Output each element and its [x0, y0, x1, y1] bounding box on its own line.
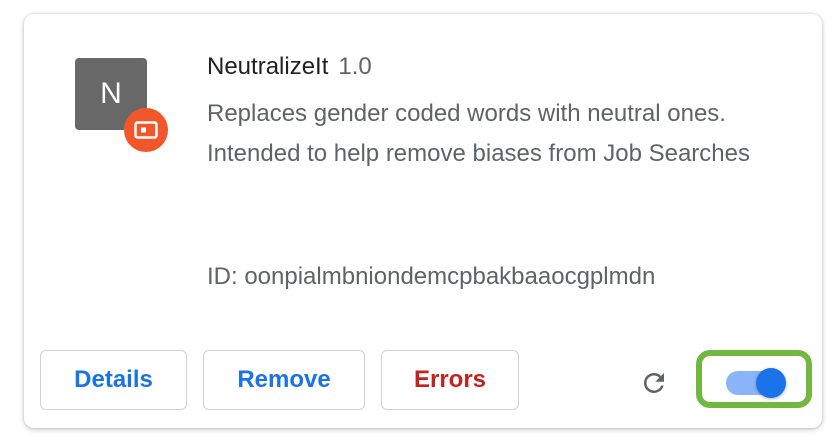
extension-title-row: NeutralizeIt 1.0 — [207, 53, 372, 81]
unpacked-extension-icon — [134, 121, 158, 139]
extension-version: 1.0 — [338, 53, 372, 80]
remove-button[interactable]: Remove — [203, 350, 365, 410]
details-button[interactable]: Details — [40, 350, 187, 410]
reload-button[interactable] — [637, 366, 671, 400]
errors-button[interactable]: Errors — [381, 350, 519, 410]
reload-icon — [643, 372, 664, 393]
toggle-knob — [756, 368, 786, 398]
extension-description: Replaces gender coded words with neutral… — [207, 100, 750, 167]
extension-icon-letter: N — [100, 77, 122, 110]
enable-toggle[interactable] — [726, 368, 786, 398]
unpacked-badge-icon — [124, 108, 168, 152]
extension-id: ID: oonpialmbniondemcpbakbaaocgplmdn — [207, 263, 656, 290]
extension-card: N NeutralizeIt 1.0 Replaces gender coded … — [24, 14, 822, 428]
toggle-highlight — [696, 350, 812, 408]
extension-name: NeutralizeIt — [207, 53, 329, 80]
